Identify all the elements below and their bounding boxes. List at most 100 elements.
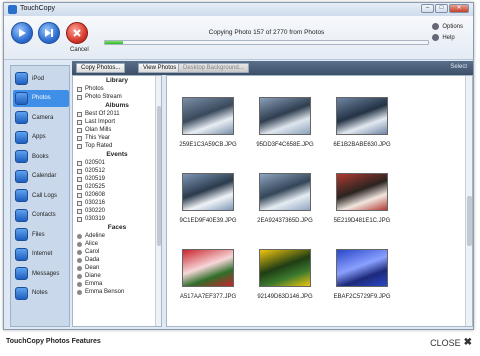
tree-item[interactable]: Photo Stream	[73, 93, 161, 101]
tree-item[interactable]: Photos	[73, 85, 161, 93]
photo-thumbnail[interactable]	[259, 97, 311, 135]
sidebar-item-call-logs[interactable]: Call Logs	[13, 187, 69, 204]
tree-item[interactable]: 030216	[73, 199, 161, 207]
event-icon	[77, 200, 82, 206]
tree-item[interactable]: Olan Mills	[73, 126, 161, 134]
photo-filename: 259E1C3A59CB.JPG	[179, 142, 237, 148]
view-photos-button[interactable]: View Photos	[138, 63, 182, 73]
skip-next-icon	[45, 29, 53, 37]
person-icon	[77, 273, 82, 279]
event-icon	[77, 184, 82, 190]
tree-item[interactable]: 030220	[73, 207, 161, 215]
tree-item[interactable]: Dada	[73, 256, 161, 264]
close-label: CLOSE	[430, 337, 461, 348]
sidebar-item-camera[interactable]: Camera	[13, 109, 69, 126]
tree-scrollbar[interactable]	[155, 76, 161, 326]
tree-item-label: Photo Stream	[85, 94, 122, 100]
sidebar-item-books[interactable]: Books	[13, 148, 69, 165]
person-icon	[77, 281, 82, 287]
grid-scroll-thumb[interactable]	[467, 196, 472, 246]
tree-item-label: Emma Benson	[85, 289, 125, 295]
tree-item[interactable]: This Year	[73, 134, 161, 142]
tree-item[interactable]: 020608	[73, 191, 161, 199]
sidebar-item-internet[interactable]: Internet	[13, 246, 69, 263]
tree-item[interactable]: Adeline	[73, 232, 161, 240]
close-x-icon: ✖	[463, 337, 472, 348]
tree-item[interactable]: Last Import	[73, 118, 161, 126]
photo-thumbnail[interactable]	[182, 173, 234, 211]
close-window-button[interactable]: ✕	[449, 4, 469, 13]
library-tree: Library Photos Photo Stream Albums Best Of 2…	[72, 75, 162, 327]
tree-item-label: Photos	[85, 86, 104, 92]
photo-thumbnail[interactable]	[336, 173, 388, 211]
tree-item[interactable]: Top Rated	[73, 142, 161, 150]
tree-item-label: 020608	[85, 192, 106, 198]
tree-item[interactable]: Emma	[73, 280, 161, 288]
title-bar: TouchCopy – □ ✕	[4, 3, 473, 16]
help-button[interactable]: Help	[432, 34, 463, 41]
desktop-background-button[interactable]: Desktop Background...	[178, 63, 249, 73]
options-button[interactable]: Options	[432, 23, 463, 30]
sidebar-item-label: Files	[32, 231, 45, 238]
tree-item[interactable]: Diane	[73, 272, 161, 280]
next-button[interactable]	[38, 22, 60, 44]
minimize-button[interactable]: –	[421, 4, 434, 13]
tree-item-label: Olan Mills	[85, 127, 112, 133]
sidebar-item-apps[interactable]: Apps	[13, 129, 69, 146]
sidebar-item-label: Apps	[32, 134, 46, 140]
help-icon	[432, 34, 440, 41]
photo-thumbnail[interactable]	[182, 249, 234, 287]
tree-item[interactable]: 020519	[73, 175, 161, 183]
photo-thumbnail[interactable]	[259, 173, 311, 211]
sidebar-item-contacts[interactable]: Contacts	[13, 207, 69, 224]
tree-item-label: Last Import	[85, 119, 116, 125]
tree-item[interactable]: 020501	[73, 159, 161, 167]
sidebar-item-calendar[interactable]: Calendar	[13, 168, 69, 185]
tree-item[interactable]: 020525	[73, 183, 161, 191]
event-icon	[77, 168, 82, 174]
sidebar-item-notes[interactable]: Notes	[13, 285, 69, 302]
tree-item[interactable]: Dean	[73, 264, 161, 272]
select-link[interactable]: Select	[450, 64, 467, 70]
tree-scroll-thumb[interactable]	[157, 106, 161, 246]
tree-item[interactable]: Emma Benson	[73, 288, 161, 296]
gear-icon	[432, 23, 440, 30]
window-controls: – □ ✕	[421, 4, 469, 13]
play-button[interactable]	[11, 22, 33, 44]
sidebar-item-ipod[interactable]: iPod	[13, 70, 69, 87]
touchcopy-window: TouchCopy – □ ✕ Cancel Copying Photo 157…	[3, 2, 474, 330]
sidebar-item-photos[interactable]: Photos	[13, 89, 69, 107]
tree-item-label: Dean	[85, 265, 100, 271]
person-icon	[77, 241, 82, 247]
photo-thumbnail[interactable]	[259, 249, 311, 287]
tree-item[interactable]: 030319	[73, 215, 161, 223]
sidebar-item-label: Internet	[32, 251, 53, 257]
cancel-button[interactable]	[66, 22, 88, 44]
tree-item[interactable]: Carol	[73, 248, 161, 256]
sidebar-item-messages[interactable]: Messages	[13, 265, 69, 282]
tree-item-label: This Year	[85, 135, 111, 141]
photo-folder-icon	[77, 86, 82, 92]
close-link[interactable]: CLOSE ✖	[430, 337, 472, 348]
tree-item-label: 020512	[85, 168, 106, 174]
tree-item[interactable]: Alice	[73, 240, 161, 248]
photo-thumbnail[interactable]	[336, 97, 388, 135]
sidebar-item-label: Notes	[32, 290, 48, 296]
maximize-button[interactable]: □	[435, 4, 448, 13]
photo-thumbnail[interactable]	[182, 97, 234, 135]
photo-thumbnail[interactable]	[336, 249, 388, 287]
tree-item[interactable]: Best Of 2011	[73, 110, 161, 118]
books-icon	[15, 150, 28, 163]
content-toolbar: Copy Photos... View Photos Desktop Backg…	[72, 61, 473, 75]
tree-item[interactable]: 020512	[73, 167, 161, 175]
sidebar-item-label: Contacts	[32, 212, 56, 218]
progress-status-text: Copying Photo 157 of 2770 from Photos	[208, 29, 325, 36]
grid-scrollbar[interactable]	[465, 76, 472, 326]
sidebar-item-files[interactable]: Files	[13, 226, 69, 243]
photos-icon	[15, 91, 28, 105]
event-icon	[77, 208, 82, 214]
tree-item-label: 020501	[85, 160, 106, 166]
photo-filename: A517AA7EF377.JPG	[179, 294, 237, 300]
tree-item-label: Top Rated	[85, 143, 113, 149]
copy-photos-button[interactable]: Copy Photos...	[76, 63, 126, 73]
